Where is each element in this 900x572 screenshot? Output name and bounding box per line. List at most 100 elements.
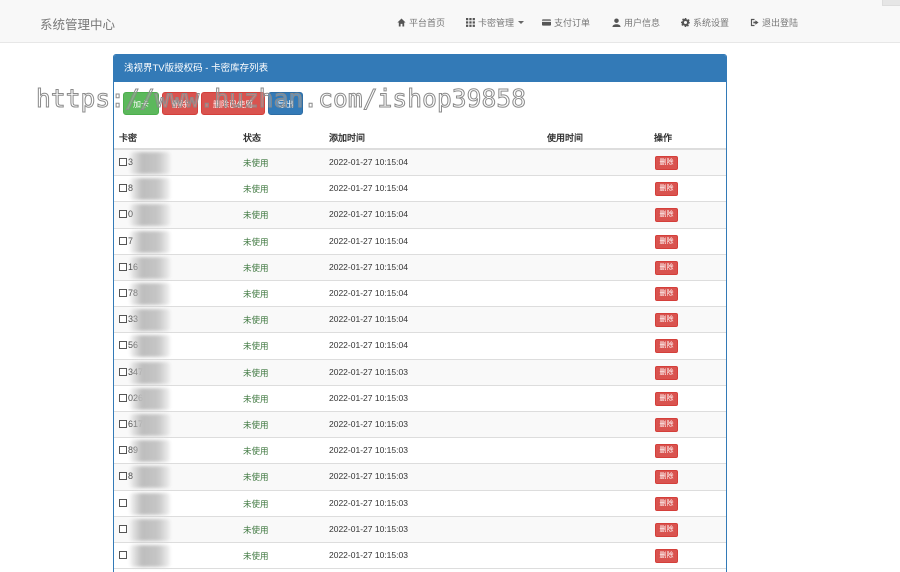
delete-row-button[interactable]: 删除 [655,522,678,537]
added-time: 2022-01-27 10:15:03 [329,392,408,403]
table-row: 未使用 2022-01-27 10:15:03 删除 [114,516,726,543]
status-text: 未使用 [243,289,269,299]
redacted-code-mask [130,230,170,253]
delete-row-button[interactable]: 删除 [655,339,678,354]
row-checkbox[interactable] [119,184,127,193]
status-text: 未使用 [243,472,269,483]
table-row: 0未使用2022-01-27 10:15:04删除 [114,202,726,229]
added-time: 2022-01-27 10:15:04 [329,314,408,325]
table-row: 7未使用2022-01-27 10:15:04删除 [114,229,726,255]
redacted-code-mask [130,466,170,489]
header-card-code: 卡密 [119,133,138,143]
delete-row-button[interactable]: 删除 [655,287,678,301]
delete-row-button[interactable]: 删除 [655,470,678,485]
added-time: 2022-01-27 10:15:04 [329,157,408,167]
nav-card-management[interactable]: 卡密管理 [466,16,525,29]
row-checkbox[interactable] [119,289,127,297]
row-checkbox[interactable] [119,341,127,350]
nav-home[interactable]: 平台首页 [397,16,445,29]
table-row: 89未使用2022-01-27 10:15:03删除 [114,438,726,465]
redacted-code-mask [130,545,170,567]
redacted-code-mask [130,361,170,384]
row-checkbox[interactable] [119,210,127,219]
delete-row-button[interactable]: 删除 [655,260,678,275]
added-time: 2022-01-27 10:15:04 [329,209,408,220]
row-checkbox[interactable] [119,472,127,481]
header-used-time: 使用时间 [547,133,584,143]
added-time: 2022-01-27 10:15:04 [329,235,408,246]
redacted-code-mask [130,178,170,201]
status-text: 未使用 [243,367,269,378]
nav-logout-label: 退出登陆 [762,18,799,28]
row-checkbox[interactable] [119,524,127,533]
user-icon [612,18,621,27]
table-row: 8未使用2022-01-27 10:15:03删除 [114,464,726,491]
home-icon [397,18,406,27]
delete-row-button[interactable]: 删除 [655,549,678,563]
delete-row-button[interactable]: 删除 [655,234,678,249]
brand-title[interactable]: 系统管理中心 [40,14,115,33]
table-row: 16未使用2022-01-27 10:15:04删除 [114,254,726,281]
row-checkbox[interactable] [119,446,127,455]
table-row: 8未使用2022-01-27 10:15:04删除 [114,176,726,203]
added-time: 2022-01-27 10:15:03 [329,445,408,456]
row-checkbox[interactable] [119,158,127,166]
nav-logout[interactable]: 退出登陆 [750,16,798,29]
row-checkbox[interactable] [119,498,127,507]
row-checkbox[interactable] [119,262,127,271]
delete-used-button[interactable]: 删除已使用 [201,92,265,115]
chevron-down-icon [518,21,525,24]
status-text: 未使用 [243,393,269,404]
redacted-code-mask [130,518,170,541]
delete-row-button[interactable]: 删除 [655,208,678,223]
header-added-time: 添加时间 [329,133,366,143]
row-checkbox[interactable] [119,420,127,428]
delete-button[interactable]: 删除 [162,92,198,115]
redacted-code-mask [130,414,170,436]
delete-row-button[interactable]: 删除 [655,496,678,511]
row-checkbox[interactable] [119,551,127,559]
panel-title: 浅视界TV版授权码 - 卡密库存列表 [114,55,726,82]
added-time: 2022-01-27 10:15:03 [329,366,408,377]
status-text: 未使用 [243,420,269,430]
header-status: 状态 [243,133,262,143]
delete-row-button[interactable]: 删除 [655,313,678,328]
added-time: 2022-01-27 10:15:04 [329,183,408,194]
table-row: 56未使用2022-01-27 10:15:04删除 [114,333,726,360]
add-card-button[interactable]: 加卡 [123,92,159,115]
status-text: 未使用 [243,498,269,509]
row-checkbox[interactable] [119,236,127,245]
status-text: 未使用 [243,236,269,247]
status-text: 未使用 [243,210,269,221]
delete-row-button[interactable]: 删除 [655,182,678,197]
table-row: 3未使用2022-01-27 10:15:04删除 [114,150,726,177]
redacted-code-mask [130,335,170,358]
redacted-code-mask [130,256,170,279]
credit-card-icon [542,19,551,26]
export-button[interactable]: 导出 [268,92,303,115]
nav-user-info[interactable]: 用户信息 [612,16,660,29]
row-checkbox[interactable] [119,393,127,402]
added-time: 2022-01-27 10:15:03 [329,419,408,429]
delete-row-button[interactable]: 删除 [655,156,678,170]
gear-icon [681,18,690,27]
added-time: 2022-01-27 10:15:03 [329,497,408,508]
row-checkbox[interactable] [119,367,127,376]
nav-card-management-label: 卡密管理 [478,18,515,28]
delete-row-button[interactable]: 删除 [655,391,678,406]
nav-payment-orders[interactable]: 支付订单 [542,16,590,29]
scrollbar-stub [882,0,900,6]
added-time: 2022-01-27 10:15:03 [329,550,408,560]
nav-payment-orders-label: 支付订单 [554,18,591,28]
nav-system-settings[interactable]: 系统设置 [681,16,729,29]
redacted-code-mask [130,283,170,305]
table-row: 未使用 2022-01-27 10:15:03 删除 [114,491,726,517]
delete-row-button[interactable]: 删除 [655,365,678,380]
table-row: 33未使用2022-01-27 10:15:04删除 [114,307,726,334]
delete-row-button[interactable]: 删除 [655,418,678,432]
redacted-code-mask [130,152,170,174]
status-text: 未使用 [243,551,269,561]
top-navbar: 系统管理中心 平台首页 卡密管理 支付订单 用户信息 系统设置 退出登陆 [0,0,900,43]
delete-row-button[interactable]: 删除 [655,444,678,459]
row-checkbox[interactable] [119,315,127,324]
